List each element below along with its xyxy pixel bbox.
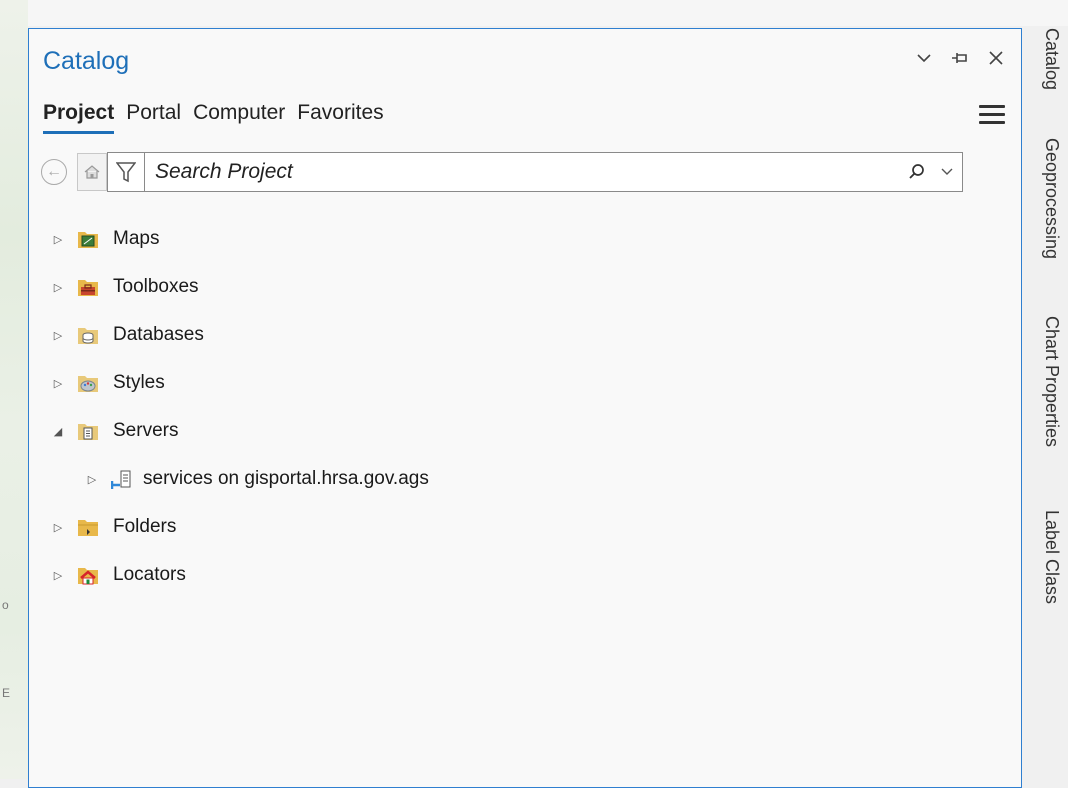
styles-folder-icon (77, 373, 99, 393)
tree-item-label: Locators (113, 564, 186, 585)
tree-item-label: Maps (113, 228, 160, 249)
tree-item-label: Toolboxes (113, 276, 199, 297)
collapse-arrow-icon[interactable]: ◢ (51, 425, 65, 438)
expand-arrow-icon[interactable]: ▷ (51, 377, 65, 390)
top-band (28, 0, 1068, 26)
tab-portal[interactable]: Portal (126, 101, 181, 134)
expand-arrow-icon[interactable]: ▷ (51, 233, 65, 246)
tree-item-toolboxes[interactable]: ▷ Toolboxes (29, 263, 1021, 311)
tree-item-label: Servers (113, 420, 179, 441)
side-tab-catalog[interactable]: Catalog (1041, 28, 1062, 90)
search-input[interactable] (145, 159, 902, 185)
servers-folder-icon (77, 421, 99, 441)
server-connection-icon (110, 469, 133, 489)
expand-arrow-icon[interactable]: ▷ (51, 521, 65, 534)
chevron-down-icon[interactable] (913, 47, 935, 69)
tree-item-label: Databases (113, 324, 204, 345)
tree-item-databases[interactable]: ▷ Databases (29, 311, 1021, 359)
map-label-fragment: o (2, 598, 9, 612)
side-tab-label-class[interactable]: Label Class (1041, 510, 1062, 604)
search-icon[interactable] (902, 163, 932, 181)
back-arrow-icon[interactable]: ← (41, 159, 67, 185)
menu-icon[interactable] (979, 105, 1005, 129)
side-tab-chart-properties[interactable]: Chart Properties (1041, 316, 1062, 447)
expand-arrow-icon[interactable]: ▷ (85, 473, 99, 486)
tree-item-folders[interactable]: ▷ Folders (29, 503, 1021, 551)
tree-item-server-connection[interactable]: ▷ services on gisportal.hrsa.gov.ags (29, 455, 1021, 503)
tree-item-label: Styles (113, 372, 165, 393)
catalog-tabs: Project Portal Computer Favorites (43, 101, 384, 134)
toolboxes-folder-icon (77, 277, 99, 297)
expand-arrow-icon[interactable]: ▷ (51, 281, 65, 294)
expand-arrow-icon[interactable]: ▷ (51, 569, 65, 582)
maps-folder-icon (77, 229, 99, 249)
side-dock-tabs: Catalog Geoprocessing Chart Properties L… (1033, 28, 1068, 748)
search-row: ← (41, 151, 963, 193)
tree-item-servers[interactable]: ◢ Servers (29, 407, 1021, 455)
side-tab-geoprocessing[interactable]: Geoprocessing (1041, 138, 1062, 259)
chevron-down-icon[interactable] (932, 168, 962, 176)
tree-item-label: Folders (113, 516, 177, 537)
pane-controls (913, 47, 1007, 69)
filter-icon[interactable] (108, 153, 145, 191)
tab-computer[interactable]: Computer (193, 101, 285, 134)
tree-item-label: services on gisportal.hrsa.gov.ags (143, 468, 429, 489)
tab-favorites[interactable]: Favorites (297, 101, 383, 134)
pin-icon[interactable] (949, 47, 971, 69)
map-view-edge: o E (0, 0, 28, 779)
folders-folder-icon (77, 517, 99, 537)
locators-folder-icon (77, 565, 99, 585)
tree-item-styles[interactable]: ▷ Styles (29, 359, 1021, 407)
tree-item-locators[interactable]: ▷ Locators (29, 551, 1021, 599)
search-box (107, 152, 963, 192)
catalog-tree: ▷ Maps ▷ Toolboxes ▷ Databases ▷ Styles … (29, 215, 1021, 599)
close-icon[interactable] (985, 47, 1007, 69)
tab-project[interactable]: Project (43, 101, 115, 134)
map-label-fragment: E (2, 686, 11, 700)
home-icon[interactable] (77, 153, 107, 191)
tree-item-maps[interactable]: ▷ Maps (29, 215, 1021, 263)
catalog-pane: Catalog Project Portal Computer Favorite… (28, 28, 1022, 788)
pane-title: Catalog (43, 47, 130, 75)
expand-arrow-icon[interactable]: ▷ (51, 329, 65, 342)
databases-folder-icon (77, 325, 99, 345)
